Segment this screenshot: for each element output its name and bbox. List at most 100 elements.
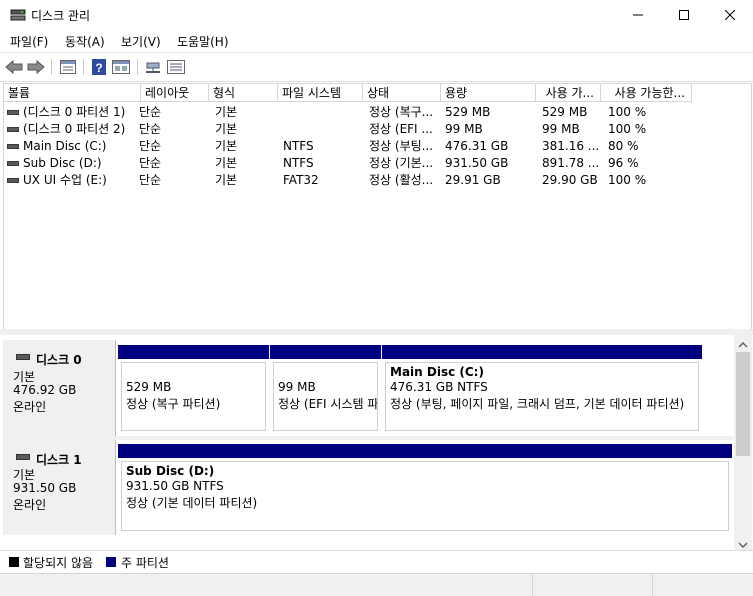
disk-0-info[interactable]: 디스크 0 기본 476.92 GB 온라인: [3, 340, 116, 436]
cell-layout: 단순: [139, 173, 162, 187]
close-button[interactable]: [707, 0, 753, 30]
cell-layout: 단순: [139, 139, 162, 153]
title-bar: 디스크 관리: [0, 0, 753, 30]
forward-button[interactable]: [26, 57, 46, 77]
svg-text:?: ?: [95, 61, 102, 75]
window-title: 디스크 관리: [31, 9, 91, 23]
drive-icon: [7, 161, 19, 166]
table-row[interactable]: Main Disc (C:) 단순 기본 NTFS 정상 (부팅... 476.…: [4, 138, 749, 155]
status-bar: [0, 573, 753, 596]
cell-type: 기본: [215, 139, 238, 153]
column-header-filesystem[interactable]: 파일 시스템: [278, 84, 363, 102]
column-header-layout[interactable]: 레이아웃: [141, 84, 209, 102]
help-pane-icon: [112, 60, 130, 74]
cell-capacity: 476.31 GB: [445, 139, 509, 153]
cell-status: 정상 (부팅...: [369, 139, 434, 153]
cell-percent-free: 80 %: [608, 139, 639, 153]
table-row[interactable]: Sub Disc (D:) 단순 기본 NTFS 정상 (기본... 931.5…: [4, 155, 749, 172]
properties-icon: [60, 60, 76, 74]
cell-filesystem: FAT32: [283, 173, 319, 187]
disk-1-info[interactable]: 디스크 1 기본 931.50 GB 온라인: [3, 440, 116, 535]
minimize-button[interactable]: [615, 0, 661, 30]
cell-filesystem: NTFS: [283, 139, 314, 153]
partition-disk0-main[interactable]: Main Disc (C:) 476.31 GB NTFS 정상 (부팅, 페이…: [382, 345, 702, 434]
cell-volume: (디스크 0 파티션 1): [23, 105, 126, 119]
drive-icon: [7, 127, 19, 132]
menu-file[interactable]: 파일(F): [10, 33, 48, 50]
maximize-icon: [679, 10, 689, 20]
partition-disk0-efi[interactable]: 99 MB 정상 (EFI 시스템 파: [270, 345, 381, 434]
cell-status: 정상 (활성...: [369, 173, 434, 187]
cell-capacity: 529 MB: [445, 105, 491, 119]
partition-disk1-sub[interactable]: Sub Disc (D:) 931.50 GB NTFS 정상 (기본 데이터 …: [118, 444, 732, 534]
partition-title: Main Disc (C:): [390, 365, 484, 379]
primary-partition-bar: [118, 345, 269, 359]
volume-list: 볼륨 레이아웃 형식 파일 시스템 상태 용량 사용 가... 사용 가능한..…: [3, 83, 752, 330]
primary-partition-bar: [270, 345, 381, 359]
disk-0-status: 온라인: [13, 400, 47, 414]
vertical-scrollbar[interactable]: [734, 335, 752, 550]
column-header-free-space[interactable]: 사용 가...: [536, 84, 601, 102]
maximize-button[interactable]: [661, 0, 707, 30]
cell-free-space: 29.90 GB: [542, 173, 598, 187]
help-icon: ?: [92, 59, 106, 75]
chevron-up-icon: [738, 341, 748, 348]
column-header-type[interactable]: 형식: [209, 84, 278, 102]
list-button[interactable]: [166, 57, 186, 77]
cell-percent-free: 100 %: [608, 173, 647, 187]
table-row[interactable]: UX UI 수업 (E:) 단순 기본 FAT32 정상 (활성... 29.9…: [4, 172, 749, 189]
disk-management-icon: [10, 8, 26, 22]
minimize-icon: [633, 14, 643, 16]
table-row[interactable]: (디스크 0 파티션 1) 단순 기본 정상 (복구... 529 MB 529…: [4, 104, 749, 121]
column-header-capacity[interactable]: 용량: [441, 84, 536, 102]
column-header-status[interactable]: 상태: [363, 84, 441, 102]
legend-label-primary: 주 파티션: [121, 556, 169, 570]
scroll-up-button[interactable]: [738, 338, 748, 352]
scroll-thumb[interactable]: [736, 352, 750, 456]
table-row[interactable]: (디스크 0 파티션 2) 단순 기본 정상 (EFI ... 99 MB 99…: [4, 121, 749, 138]
cell-type: 기본: [215, 156, 238, 170]
cell-free-space: 529 MB: [542, 105, 588, 119]
partition-disk0-recovery[interactable]: 529 MB 정상 (복구 파티션): [118, 345, 269, 434]
cell-volume: UX UI 수업 (E:): [23, 173, 107, 187]
cell-type: 기본: [215, 122, 238, 136]
disk-1-status: 온라인: [13, 498, 47, 512]
partition-status: 정상 (EFI 시스템 파: [278, 397, 378, 411]
primary-partition-bar: [382, 345, 702, 359]
cell-volume: Main Disc (C:): [23, 139, 107, 153]
drive-icon: [7, 110, 19, 115]
help-pane-button[interactable]: [111, 57, 131, 77]
disk-0-size: 476.92 GB: [13, 383, 77, 397]
help-button[interactable]: ?: [89, 57, 109, 77]
column-header-volume[interactable]: 볼륨: [4, 84, 141, 102]
cell-percent-free: 100 %: [608, 122, 647, 136]
cell-free-space: 381.16 ...: [542, 139, 600, 153]
legend: 할당되지 않음 주 파티션: [0, 550, 753, 573]
menu-action[interactable]: 동작(A): [65, 33, 105, 50]
cell-layout: 단순: [139, 122, 162, 136]
cell-free-space: 99 MB: [542, 122, 580, 136]
toolbar-separator: [137, 59, 138, 75]
close-icon: [725, 10, 735, 20]
properties-button[interactable]: [58, 57, 78, 77]
status-pane: [652, 574, 753, 596]
status-pane: [532, 574, 653, 596]
back-button[interactable]: [4, 57, 24, 77]
cell-capacity: 29.91 GB: [445, 173, 501, 187]
disk-icon: [16, 454, 30, 460]
menu-view[interactable]: 보기(V): [121, 33, 161, 50]
cell-filesystem: NTFS: [283, 156, 314, 170]
cell-type: 기본: [215, 105, 238, 119]
legend-swatch-primary: [106, 557, 116, 567]
partition-status: 정상 (복구 파티션): [126, 397, 221, 411]
partition-title: Sub Disc (D:): [126, 464, 215, 478]
partition-size: 529 MB: [126, 380, 172, 394]
partition-size: 99 MB: [278, 380, 316, 394]
cell-layout: 단순: [139, 156, 162, 170]
primary-partition-bar: [118, 444, 732, 458]
connect-button[interactable]: [143, 57, 163, 77]
column-header-percent-free[interactable]: 사용 가능한...: [601, 84, 692, 102]
cell-percent-free: 100 %: [608, 105, 647, 119]
menu-help[interactable]: 도움말(H): [177, 33, 229, 50]
legend-label-unallocated: 할당되지 않음: [23, 556, 94, 570]
